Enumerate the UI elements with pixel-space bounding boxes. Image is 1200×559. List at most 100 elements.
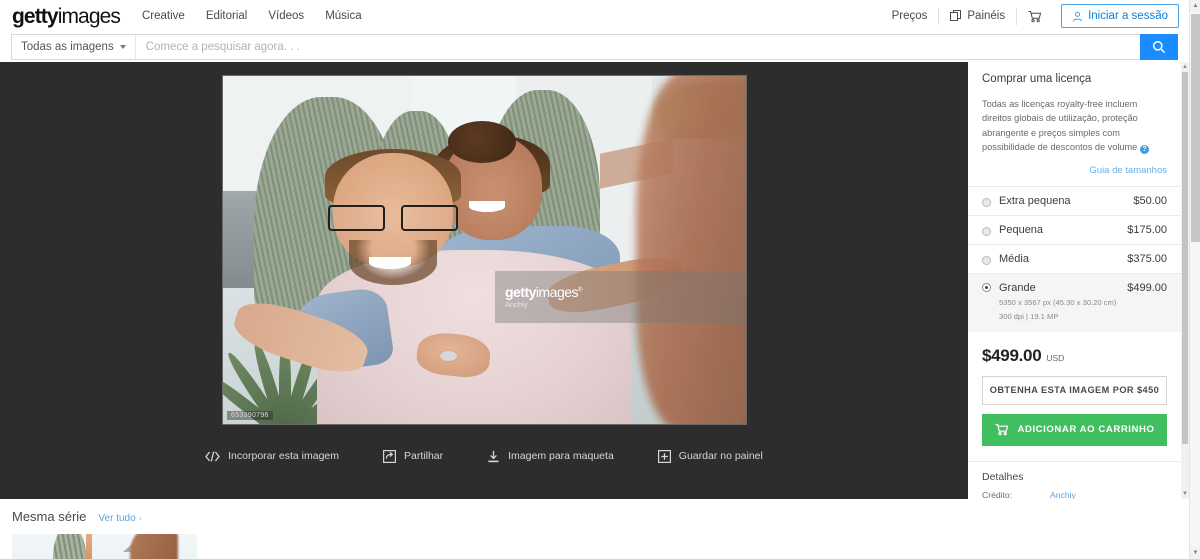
details-table: Crédito: Anchiy Creative n°: 653390796 T…: [968, 489, 1181, 499]
image-stage: gettyimages® Anchiy 653390796 Incorporar…: [0, 62, 968, 559]
sidebar-scroll-thumb[interactable]: [1182, 72, 1188, 444]
size-label-medium: Média: [999, 253, 1029, 265]
size-meta-large-dimensions: 5350 x 3567 px (45.30 x 30.20 cm): [999, 298, 1117, 307]
sidebar-scroll-down-arrow[interactable]: ▼: [1181, 489, 1189, 499]
getty-images-page: gettyimages Creative Editorial Vídeos Mú…: [0, 0, 1200, 559]
save-to-board-button[interactable]: Guardar no painel: [657, 449, 763, 463]
main-photo[interactable]: gettyimages® Anchiy 653390796: [222, 75, 747, 425]
size-meta-large-dpi: 300 dpi | 19.1 MP: [999, 312, 1059, 322]
watermark-bold-text: getty: [504, 283, 536, 300]
header-utilities: Preços Painéis Iniciar a sessão: [881, 4, 1189, 28]
logo-light-text: images: [57, 4, 121, 28]
comp-image-label: Imagem para maqueta: [508, 450, 614, 462]
sidebar-scrollbar[interactable]: ▲ ▼: [1181, 62, 1189, 499]
size-option-small[interactable]: Pequena $175.00: [968, 215, 1181, 244]
sidebar-scroll-up-arrow[interactable]: ▲: [1181, 62, 1189, 72]
add-to-cart-button[interactable]: ADICIONAR AO CARRINHO: [982, 413, 1167, 446]
logo-bold-text: getty: [12, 4, 59, 28]
nav-item-creative[interactable]: Creative: [142, 10, 185, 22]
save-to-board-label: Guardar no painel: [678, 450, 763, 462]
comp-image-button[interactable]: Imagem para maqueta: [487, 450, 614, 463]
cart-icon: [995, 423, 1009, 436]
size-price-large: $499.00: [1127, 282, 1167, 294]
boards-icon: [950, 10, 962, 22]
size-label-large: Grande: [999, 282, 1036, 294]
page-scroll-down-arrow[interactable]: ▼: [1190, 547, 1200, 559]
pricing-label: Preços: [891, 10, 928, 22]
nav-item-musica[interactable]: Música: [325, 10, 361, 22]
size-price-medium: $375.00: [1127, 253, 1167, 265]
size-option-extra-small[interactable]: Extra pequena $50.00: [968, 186, 1181, 215]
share-icon: [383, 449, 397, 463]
image-id-overlay: 653390796: [227, 411, 273, 420]
total-price-value: $499.00: [982, 345, 1042, 365]
watermark-light-text: images: [535, 283, 579, 300]
license-description: Todas as licenças royalty-free incluem d…: [982, 97, 1167, 154]
sign-in-label: Iniciar a sessão: [1088, 10, 1168, 22]
cart-link[interactable]: [1017, 10, 1053, 23]
pricing-link[interactable]: Preços: [881, 10, 939, 22]
add-to-cart-label: ADICIONAR AO CARRINHO: [1017, 424, 1155, 436]
page-scroll-up-arrow[interactable]: ▲: [1190, 0, 1200, 12]
same-series-thumbnails: [0, 524, 1189, 559]
code-icon: [205, 450, 220, 462]
watermark-artist: Anchiy: [504, 300, 528, 310]
detail-key-credit: Crédito:: [982, 489, 1013, 499]
nav-item-editorial[interactable]: Editorial: [206, 10, 248, 22]
radio-large[interactable]: [982, 283, 991, 292]
same-series-section: Mesma série Ver tudo ›: [0, 499, 1189, 559]
image-action-toolbar: Incorporar esta imagem Partilhar Imagem …: [0, 439, 968, 473]
buy-image-label: OBTENHA ESTA IMAGEM POR $450: [989, 385, 1160, 396]
license-panel: Comprar uma licença Todas as licenças ro…: [968, 62, 1181, 499]
boards-link[interactable]: Painéis: [939, 10, 1016, 22]
size-guide-link[interactable]: Guia de tamanhos: [1089, 165, 1167, 176]
size-option-large[interactable]: Grande 5350 x 3567 px (45.30 x 30.20 cm)…: [968, 273, 1181, 332]
search-bar: Todas as imagens: [0, 33, 1189, 61]
details-heading: Detalhes: [982, 470, 1024, 483]
download-icon: [487, 450, 500, 463]
buy-image-button[interactable]: OBTENHA ESTA IMAGEM POR $450: [982, 375, 1167, 405]
search-category-dropdown[interactable]: Todas as imagens: [11, 34, 135, 60]
embed-image-button[interactable]: Incorporar esta imagem: [205, 450, 339, 462]
size-option-medium[interactable]: Média $375.00: [968, 244, 1181, 273]
search-icon: [1152, 40, 1166, 54]
license-panel-title: Comprar uma licença: [982, 73, 1092, 85]
size-label-small: Pequena: [999, 224, 1044, 236]
series-thumbnail[interactable]: [12, 534, 197, 559]
radio-small[interactable]: [982, 226, 991, 236]
primary-nav: Creative Editorial Vídeos Música: [142, 10, 362, 22]
top-header: gettyimages Creative Editorial Vídeos Mú…: [0, 0, 1189, 32]
license-sidebar: Comprar uma licença Todas as licenças ro…: [968, 62, 1189, 499]
currency-label: USD: [1046, 352, 1065, 363]
chevron-right-icon: ›: [138, 513, 142, 523]
radio-medium[interactable]: [982, 255, 991, 265]
user-icon: [1072, 11, 1083, 22]
cart-icon: [1028, 10, 1042, 23]
search-button[interactable]: [1140, 34, 1178, 60]
detail-value-credit[interactable]: Anchiy: [1050, 489, 1076, 499]
see-all-label: Ver tudo: [98, 513, 136, 524]
radio-extra-small[interactable]: [982, 197, 991, 207]
total-price-box: $499.00 USD: [968, 332, 1181, 376]
share-label: Partilhar: [404, 450, 444, 462]
page-scroll-thumb[interactable]: [1191, 14, 1200, 242]
add-to-board-icon: [657, 449, 671, 463]
boards-label: Painéis: [967, 10, 1006, 22]
help-icon[interactable]: ?: [1139, 144, 1149, 154]
size-price-small: $175.00: [1127, 224, 1167, 236]
chevron-down-icon: [119, 45, 126, 49]
license-description-text: Todas as licenças royalty-free incluem d…: [982, 99, 1138, 152]
search-category-label: Todas as imagens: [21, 41, 114, 53]
same-series-header: Mesma série Ver tudo ›: [0, 499, 1189, 524]
getty-watermark: gettyimages® Anchiy: [494, 270, 746, 324]
page-scrollbar[interactable]: ▲ ▼: [1189, 0, 1200, 559]
same-series-title: Mesma série: [12, 509, 87, 524]
detail-row-credit: Crédito: Anchiy: [982, 489, 1167, 499]
share-button[interactable]: Partilhar: [383, 449, 444, 463]
sign-in-button[interactable]: Iniciar a sessão: [1061, 4, 1179, 28]
getty-logo[interactable]: gettyimages: [12, 4, 121, 28]
nav-item-videos[interactable]: Vídeos: [268, 10, 304, 22]
see-all-link[interactable]: Ver tudo ›: [98, 513, 141, 524]
search-input[interactable]: [134, 34, 1140, 60]
watermark-registered-mark: ®: [578, 286, 582, 293]
